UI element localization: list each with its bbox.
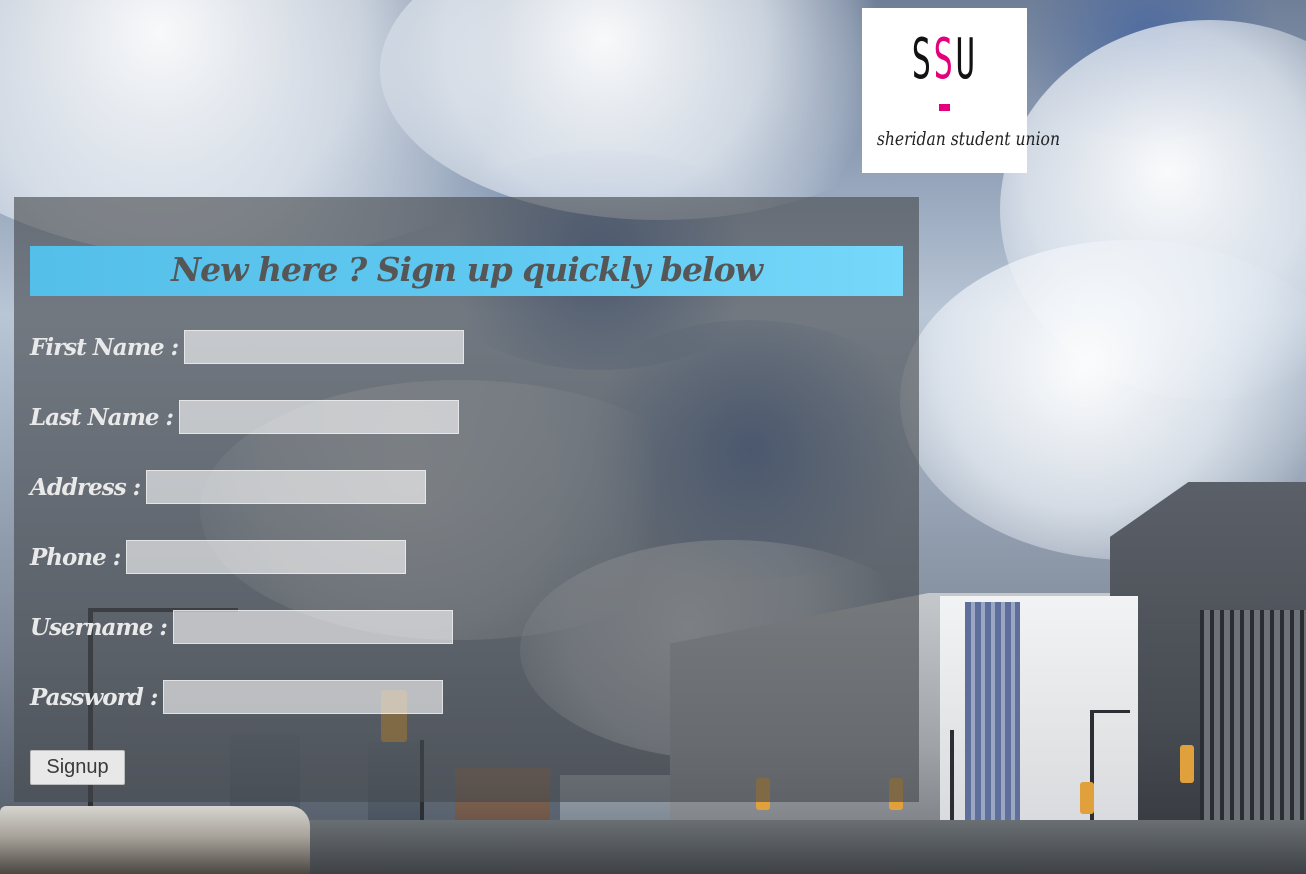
logo-mark: SSU bbox=[897, 30, 993, 90]
signup-form-panel: New here ? Sign up quickly below First N… bbox=[14, 197, 919, 802]
password-input[interactable] bbox=[163, 680, 444, 714]
first-name-row: First Name : bbox=[30, 329, 465, 365]
username-row: Username : bbox=[30, 609, 453, 645]
logo-letter-s2: S bbox=[933, 27, 956, 92]
signup-heading-bar: New here ? Sign up quickly below bbox=[30, 246, 903, 296]
signup-button[interactable]: Signup bbox=[30, 750, 125, 785]
password-row: Password : bbox=[30, 679, 444, 715]
address-input[interactable] bbox=[146, 470, 427, 504]
logo-accent-bar bbox=[939, 104, 950, 111]
address-label: Address : bbox=[30, 473, 141, 501]
signup-heading: New here ? Sign up quickly below bbox=[170, 250, 763, 289]
phone-row: Phone : bbox=[30, 539, 407, 575]
first-name-label: First Name : bbox=[30, 333, 179, 361]
phone-input[interactable] bbox=[126, 540, 407, 574]
last-name-input[interactable] bbox=[179, 400, 460, 434]
username-input[interactable] bbox=[172, 610, 453, 644]
first-name-input[interactable] bbox=[184, 330, 465, 364]
logo-letter-u: U bbox=[955, 27, 978, 92]
ssu-logo: SSU sheridan student union bbox=[862, 8, 1060, 173]
signup-page: SSU sheridan student union New here ? Si… bbox=[0, 0, 1306, 874]
logo-tagline: sheridan student union bbox=[876, 128, 1060, 150]
password-label: Password : bbox=[30, 683, 158, 711]
last-name-row: Last Name : bbox=[30, 399, 460, 435]
phone-label: Phone : bbox=[30, 543, 121, 571]
last-name-label: Last Name : bbox=[30, 403, 174, 431]
username-label: Username : bbox=[30, 613, 168, 641]
logo-letter-s1: S bbox=[911, 27, 934, 92]
address-row: Address : bbox=[30, 469, 427, 505]
